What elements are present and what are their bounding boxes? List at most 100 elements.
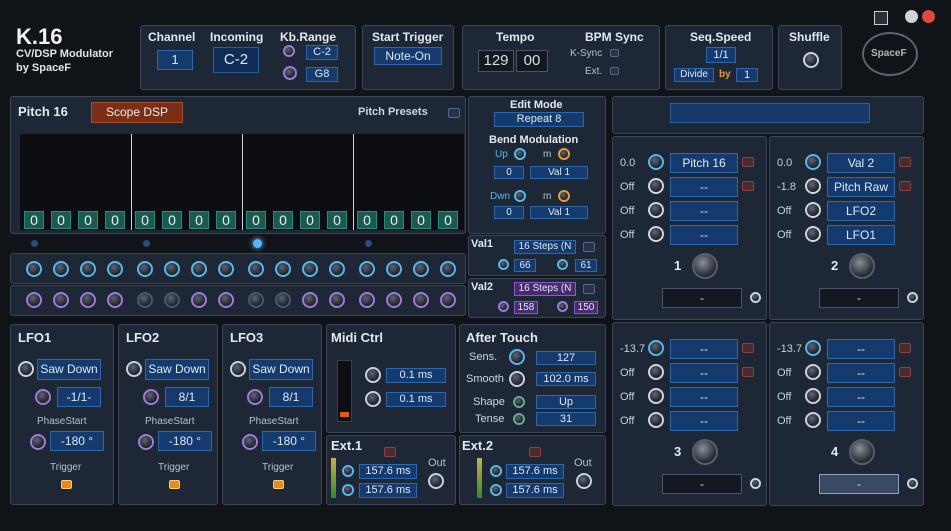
val1-step-knob[interactable] <box>53 261 69 277</box>
val2-step-knob[interactable] <box>275 292 291 308</box>
pitch-step-value[interactable]: 0 <box>273 211 293 229</box>
val2-step-knob[interactable] <box>53 292 69 308</box>
mixer-source-select[interactable]: -- <box>670 339 738 359</box>
lfo3-phase-knob[interactable] <box>242 434 258 450</box>
pitch-step-value[interactable]: 0 <box>51 211 71 229</box>
val1-knob-a[interactable] <box>498 259 509 270</box>
val1-knob-b[interactable] <box>557 259 568 270</box>
mixer-output-power-icon[interactable] <box>750 478 761 489</box>
mixer-amount-knob[interactable] <box>648 388 664 404</box>
smooth-value[interactable]: 102.0 ms <box>536 372 596 386</box>
mixer-level-knob[interactable] <box>849 253 875 279</box>
lfo2-wave-select[interactable]: Saw Down <box>145 359 209 380</box>
lfo2-wave-knob[interactable] <box>126 361 142 377</box>
val1-step-knob[interactable] <box>413 261 429 277</box>
divide-select[interactable]: Divide <box>674 68 714 82</box>
val1-step-knob[interactable] <box>26 261 42 277</box>
val2-knob-b[interactable] <box>557 301 568 312</box>
mixer-source-select[interactable]: -- <box>827 339 895 359</box>
seq-speed-select[interactable]: 1/1 <box>706 47 736 63</box>
bend-up-knob[interactable] <box>514 148 526 160</box>
val2-step-knob[interactable] <box>80 292 96 308</box>
ext2-button[interactable] <box>529 447 541 457</box>
mixer-amount-knob[interactable] <box>648 226 664 242</box>
lfo1-rate-knob[interactable] <box>35 389 51 405</box>
mixer-amount-knob[interactable] <box>805 202 821 218</box>
val2-step-knob[interactable] <box>218 292 234 308</box>
val2-step-knob[interactable] <box>413 292 429 308</box>
mixer-source-select[interactable]: -- <box>670 363 738 383</box>
val2-step-knob[interactable] <box>164 292 180 308</box>
mixer-source-select[interactable]: Val 2 <box>827 153 895 173</box>
lfo1-wave-select[interactable]: Saw Down <box>37 359 101 380</box>
tense-value[interactable]: 31 <box>536 412 596 426</box>
val1-step-knob[interactable] <box>440 261 456 277</box>
val1-button[interactable] <box>583 242 595 252</box>
pitch-step-value[interactable]: 0 <box>135 211 155 229</box>
pitch-step-value[interactable]: 0 <box>78 211 98 229</box>
val1-steps-select[interactable]: 16 Steps (N <box>514 240 576 254</box>
midi-ctrl-a[interactable]: 0.1 ms <box>386 368 446 383</box>
start-trigger-select[interactable]: Note-On <box>374 47 442 65</box>
mixer-row-button[interactable] <box>899 181 911 191</box>
kbrange-high[interactable]: G8 <box>306 67 338 82</box>
mixer-amount-knob[interactable] <box>805 340 821 356</box>
pitch-step-value[interactable]: 0 <box>411 211 431 229</box>
mixer-source-select[interactable]: -- <box>827 363 895 383</box>
val2-step-knob[interactable] <box>359 292 375 308</box>
lfo1-phase-knob[interactable] <box>30 434 46 450</box>
mixer-row-button[interactable] <box>742 181 754 191</box>
bend-up-m-knob[interactable] <box>558 148 570 160</box>
mixer-source-select[interactable]: -- <box>670 225 738 245</box>
mixer-source-select[interactable]: -- <box>827 387 895 407</box>
val2-step-knob[interactable] <box>329 292 345 308</box>
val2-step-knob[interactable] <box>302 292 318 308</box>
kbrange-low-knob[interactable] <box>283 45 295 57</box>
mixer-output-power-icon[interactable] <box>907 478 918 489</box>
shape-knob[interactable] <box>513 396 525 408</box>
ext-sync-toggle[interactable] <box>610 67 619 75</box>
ext1-b[interactable]: 157.6 ms <box>359 483 417 498</box>
smooth-knob[interactable] <box>509 371 525 387</box>
mixer-row-button[interactable] <box>742 157 754 167</box>
edit-mode-select[interactable]: Repeat 8 <box>494 112 584 127</box>
pitch-step-value[interactable]: 0 <box>24 211 44 229</box>
lfo3-wave-knob[interactable] <box>230 361 246 377</box>
pitch-step-value[interactable]: 0 <box>357 211 377 229</box>
mixer-amount-knob[interactable] <box>648 412 664 428</box>
mixer-row-button[interactable] <box>899 343 911 353</box>
channel-select[interactable]: 1 <box>157 50 193 70</box>
kbrange-low[interactable]: C-2 <box>306 45 338 60</box>
val2-step-knob[interactable] <box>440 292 456 308</box>
mixer-source-select[interactable]: -- <box>670 387 738 407</box>
val1-a[interactable]: 66 <box>514 259 536 272</box>
notes-icon[interactable] <box>874 11 888 25</box>
shape-value[interactable]: Up <box>536 395 596 409</box>
mixer-source-select[interactable]: Pitch 16 <box>670 153 738 173</box>
lfo2-phase-knob[interactable] <box>138 434 154 450</box>
bend-up-target[interactable]: Val 1 <box>530 166 588 179</box>
val1-step-knob[interactable] <box>80 261 96 277</box>
lfo1-trigger-led[interactable] <box>61 480 72 489</box>
mixer-source-select[interactable]: LFO1 <box>827 225 895 245</box>
val1-step-knob[interactable] <box>218 261 234 277</box>
lfo1-phase[interactable]: -180 ° <box>50 431 104 451</box>
lfo2-rate[interactable]: 8/1 <box>165 387 209 407</box>
pitch-step-value[interactable]: 0 <box>189 211 209 229</box>
pitch-presets-button[interactable] <box>448 108 460 118</box>
midi-ctrl-b[interactable]: 0.1 ms <box>386 392 446 407</box>
mixer-level-knob[interactable] <box>692 439 718 465</box>
val2-step-knob[interactable] <box>137 292 153 308</box>
pitch-step-value[interactable]: 0 <box>384 211 404 229</box>
lfo2-rate-knob[interactable] <box>143 389 159 405</box>
scope-dsp-button[interactable]: Scope DSP <box>91 102 183 123</box>
ext1-knob-a[interactable] <box>342 465 354 477</box>
val1-step-knob[interactable] <box>248 261 264 277</box>
mixer-amount-knob[interactable] <box>648 202 664 218</box>
lfo3-rate[interactable]: 8/1 <box>269 387 313 407</box>
val1-b[interactable]: 61 <box>575 259 597 272</box>
ext2-knob-b[interactable] <box>490 484 502 496</box>
mixer-row-button[interactable] <box>899 367 911 377</box>
by-value[interactable]: 1 <box>736 68 758 82</box>
midi-ctrl-knob-a[interactable] <box>365 367 381 383</box>
